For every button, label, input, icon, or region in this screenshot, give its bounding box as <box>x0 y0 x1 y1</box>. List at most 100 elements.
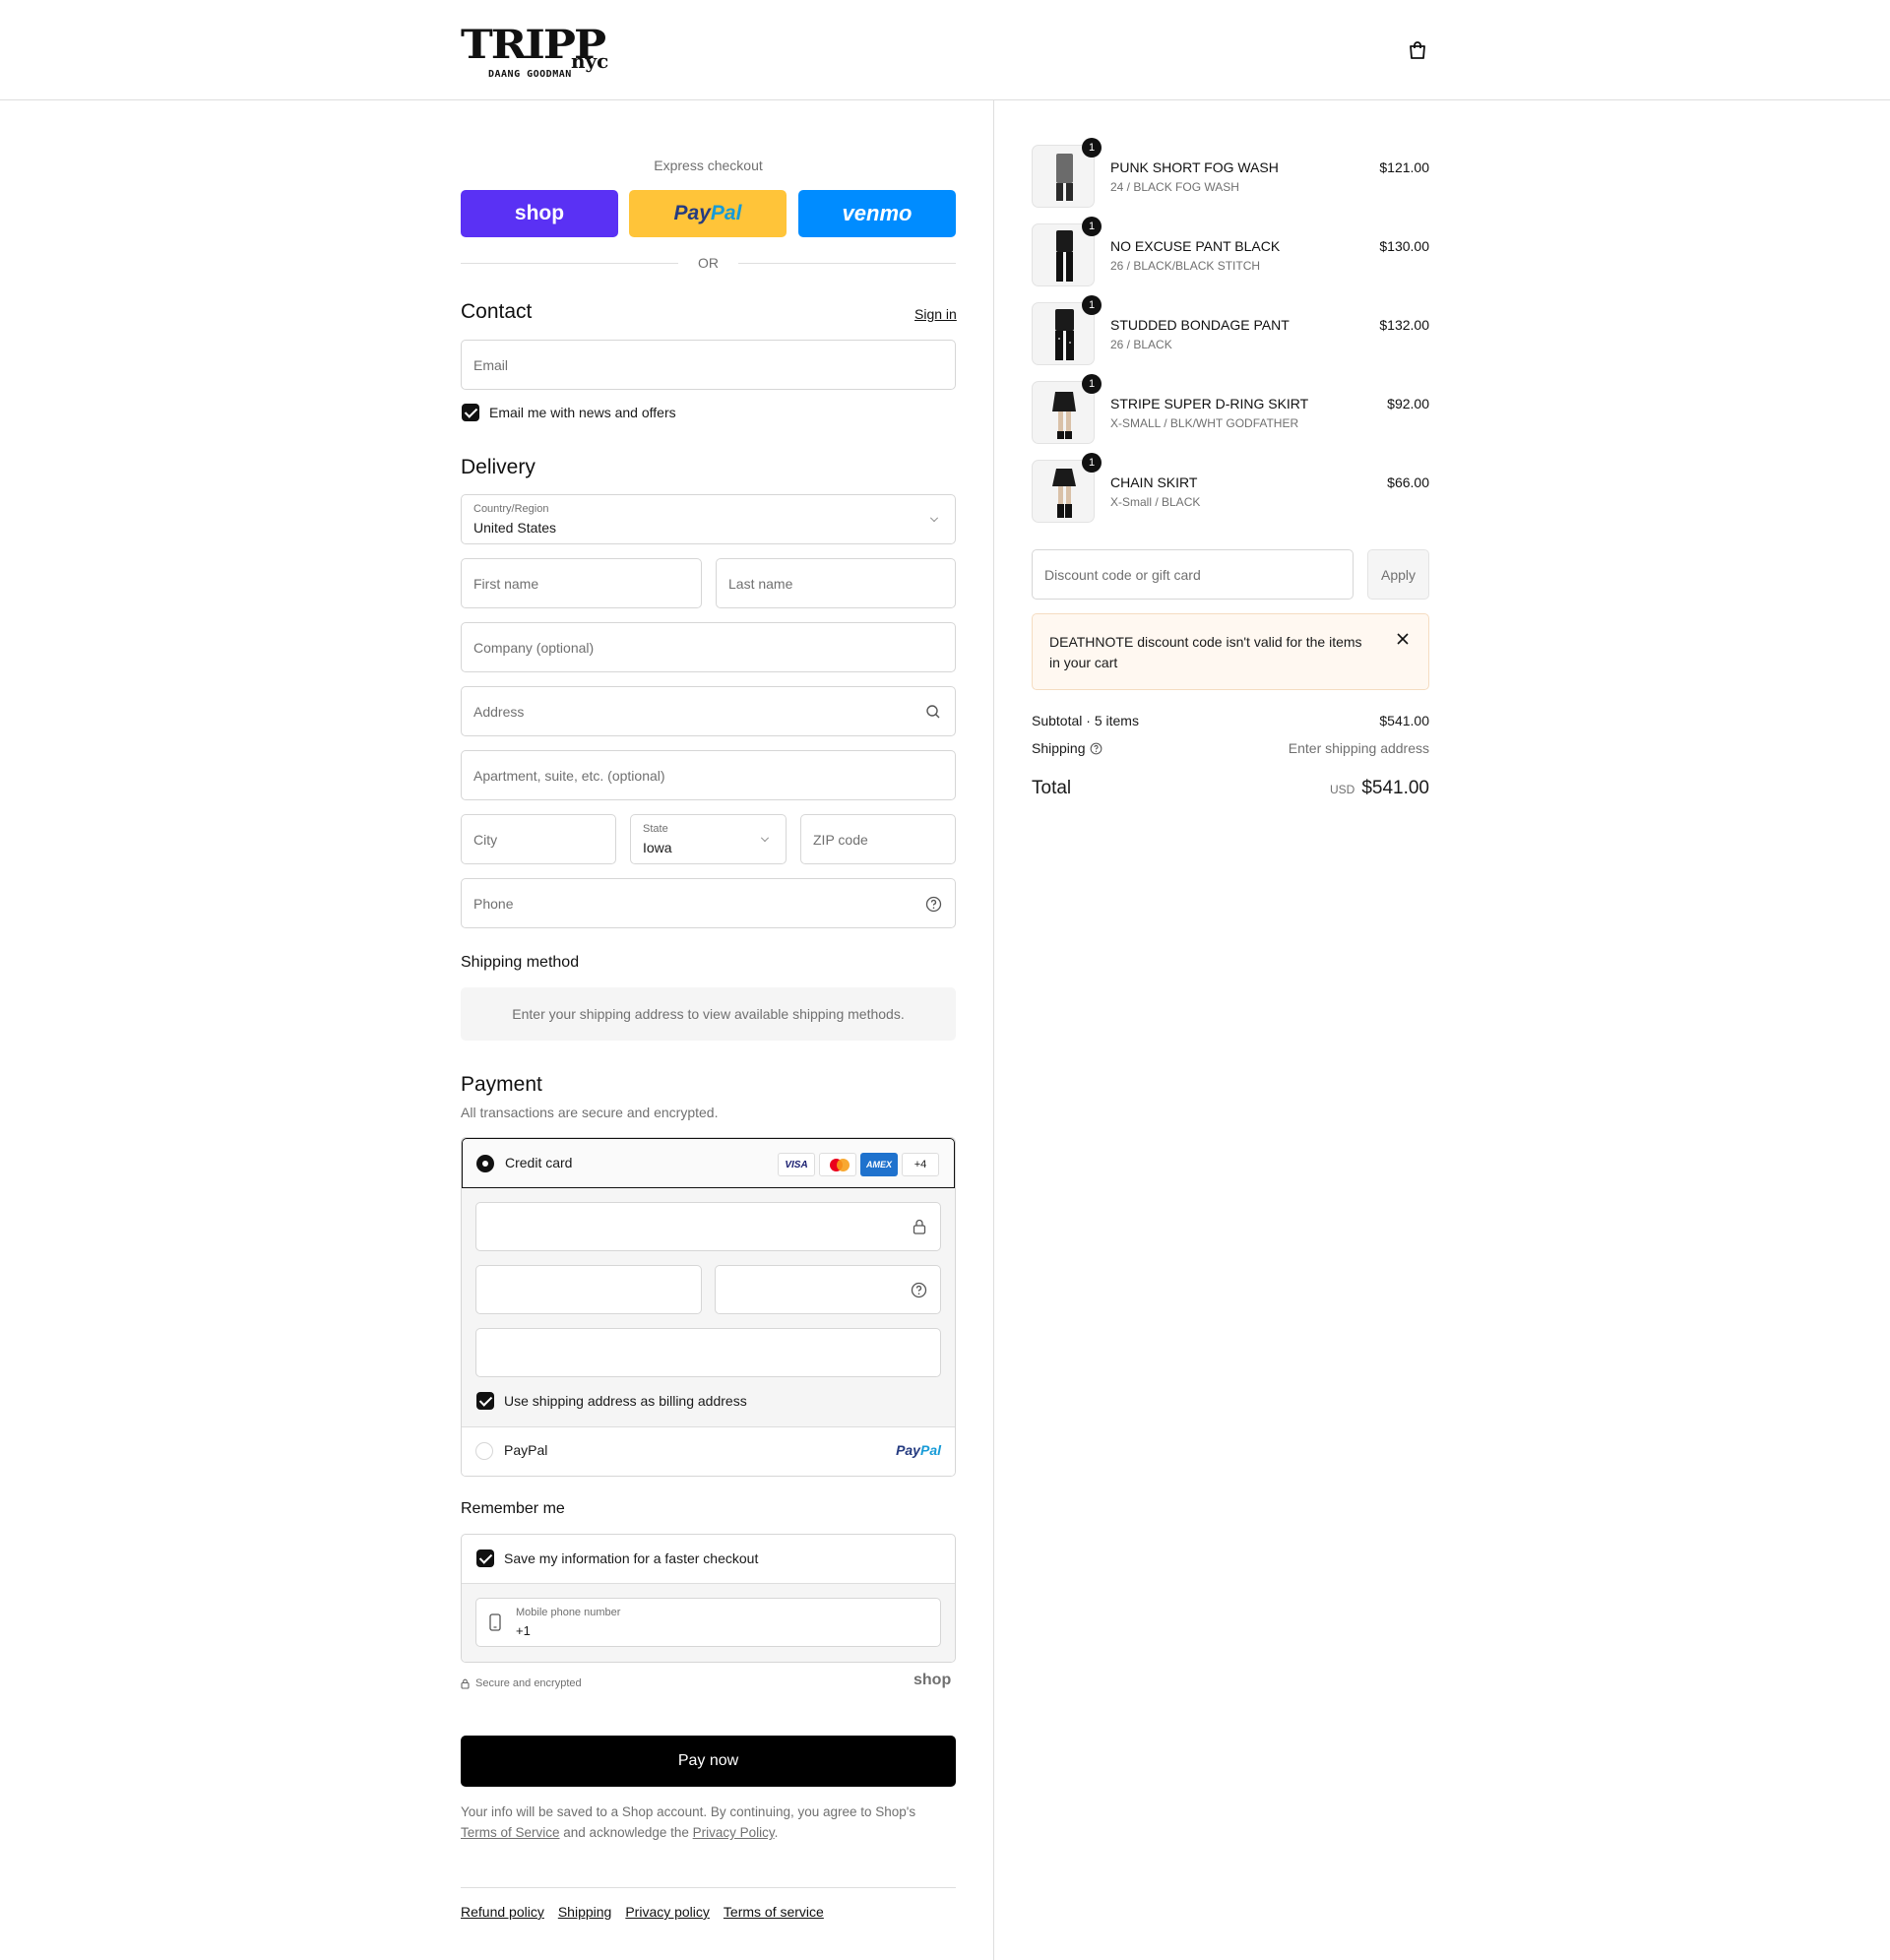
credit-card-radio[interactable] <box>476 1155 494 1172</box>
security-code-field[interactable] <box>715 1265 941 1314</box>
payment-methods: Credit card VISA AMEX +4 Use shipping ad… <box>461 1137 956 1477</box>
help-icon[interactable] <box>911 1282 927 1298</box>
footer-divider <box>461 1887 956 1888</box>
product-name: STUDDED BONDAGE PANT <box>1110 317 1290 333</box>
apply-discount-button[interactable]: Apply <box>1367 549 1429 600</box>
quantity-badge: 1 <box>1082 138 1102 158</box>
card-form: Use shipping address as billing address <box>462 1188 955 1427</box>
legal-middle: and acknowledge the <box>559 1825 693 1840</box>
zip-field[interactable]: ZIP code <box>800 814 956 864</box>
discount-placeholder: Discount code or gift card <box>1044 566 1201 583</box>
first-name-placeholder: First name <box>473 575 539 592</box>
shop-logo: shop <box>914 1672 952 1688</box>
mobile-phone-icon <box>489 1613 501 1631</box>
mastercard-icon <box>819 1153 856 1176</box>
email-placeholder: Email <box>473 356 509 373</box>
company-placeholder: Company (optional) <box>473 639 595 656</box>
paypal-logo: PayPal <box>896 1442 941 1458</box>
country-value: United States <box>473 520 557 536</box>
sign-in-link[interactable]: Sign in <box>914 306 957 322</box>
product-variant: X-SMALL / BLK/WHT GODFATHER <box>1110 416 1299 430</box>
refund-policy-link[interactable]: Refund policy <box>461 1904 544 1920</box>
shipping-method-notice: Enter your shipping address to view avai… <box>461 987 956 1041</box>
visa-icon: VISA <box>778 1153 815 1176</box>
total-amount: USD $541.00 <box>1330 778 1429 799</box>
email-field[interactable]: Email <box>461 340 956 390</box>
product-variant: 26 / BLACK/BLACK STITCH <box>1110 259 1261 273</box>
product-price: $92.00 <box>1387 396 1429 411</box>
shipping-value: Enter shipping address <box>1288 740 1429 756</box>
quantity-badge: 1 <box>1082 374 1102 394</box>
address-field[interactable]: Address <box>461 686 956 736</box>
lock-icon <box>461 1678 470 1689</box>
card-number-field[interactable] <box>475 1202 941 1251</box>
lock-icon <box>913 1219 926 1234</box>
column-divider <box>993 100 994 1960</box>
discount-code-field[interactable]: Discount code or gift card <box>1032 549 1354 600</box>
shop-pay-label: shop <box>514 202 565 224</box>
mobile-section: Mobile phone number +1 <box>462 1583 955 1662</box>
legal-end: . <box>774 1825 779 1840</box>
shop-pay-button[interactable]: shop <box>461 190 618 237</box>
last-name-field[interactable]: Last name <box>716 558 956 608</box>
logo-nyc: nyc <box>571 49 609 73</box>
help-icon[interactable] <box>925 896 942 913</box>
or-divider-right <box>738 263 956 264</box>
billing-same-label: Use shipping address as billing address <box>504 1393 747 1409</box>
product-name: PUNK SHORT FOG WASH <box>1110 159 1279 175</box>
shipping-policy-link[interactable]: Shipping <box>558 1904 612 1920</box>
quantity-badge: 1 <box>1082 453 1102 473</box>
product-price: $66.00 <box>1387 474 1429 490</box>
pay-now-button[interactable]: Pay now <box>461 1736 956 1787</box>
legal-line1: Your info will be saved to a Shop accoun… <box>461 1804 916 1819</box>
phone-field[interactable]: Phone <box>461 878 956 928</box>
footer-links: Refund policy Shipping Privacy policy Te… <box>461 1904 824 1920</box>
save-info-checkbox[interactable] <box>476 1549 494 1567</box>
newsletter-label: Email me with news and offers <box>489 405 676 420</box>
shop-privacy-link[interactable]: Privacy Policy <box>693 1825 775 1840</box>
shopping-bag-icon[interactable] <box>1407 39 1428 61</box>
credit-card-label: Credit card <box>505 1155 573 1170</box>
product-variant: 26 / BLACK <box>1110 338 1172 351</box>
product-thumbnail: 1 <box>1032 217 1102 286</box>
city-field[interactable]: City <box>461 814 616 864</box>
first-name-field[interactable]: First name <box>461 558 702 608</box>
country-select[interactable]: Country/Region United States <box>461 494 956 544</box>
subtotal-value: $541.00 <box>1379 713 1429 728</box>
product-variant: 24 / BLACK FOG WASH <box>1110 180 1239 194</box>
discount-error-text: DEATHNOTE discount code isn't valid for … <box>1049 634 1362 670</box>
paypal-radio[interactable] <box>475 1442 493 1460</box>
quantity-badge: 1 <box>1082 295 1102 315</box>
apartment-field[interactable]: Apartment, suite, etc. (optional) <box>461 750 956 800</box>
currency-code: USD <box>1329 783 1355 796</box>
product-thumbnail: 1 <box>1032 295 1102 365</box>
search-icon <box>926 705 940 719</box>
expiry-field[interactable] <box>475 1265 702 1314</box>
payment-heading: Payment <box>461 1073 542 1096</box>
help-icon[interactable] <box>1090 742 1102 755</box>
venmo-button[interactable]: venmo <box>798 190 956 237</box>
payment-subtitle: All transactions are secure and encrypte… <box>461 1105 719 1120</box>
terms-of-service-link[interactable]: Terms of service <box>724 1904 824 1920</box>
mobile-phone-field[interactable]: Mobile phone number +1 <box>475 1598 941 1647</box>
remember-me-box: Save my information for a faster checkou… <box>461 1534 956 1663</box>
store-logo[interactable]: TRIPP nyc DAANG GOODMAN <box>461 22 616 81</box>
apartment-placeholder: Apartment, suite, etc. (optional) <box>473 767 665 784</box>
legal-text: Your info will be saved to a Shop accoun… <box>461 1802 956 1843</box>
paypal-label-a: Pay <box>673 202 711 224</box>
credit-card-option[interactable]: Credit card VISA AMEX +4 <box>462 1138 955 1188</box>
last-name-placeholder: Last name <box>728 575 793 592</box>
paypal-option[interactable]: PayPal PayPal <box>462 1427 955 1476</box>
name-on-card-field[interactable] <box>475 1328 941 1377</box>
product-name: CHAIN SKIRT <box>1110 474 1198 490</box>
logo-sub: DAANG GOODMAN <box>488 69 572 80</box>
newsletter-checkbox[interactable] <box>462 404 479 421</box>
state-select[interactable]: State Iowa <box>630 814 787 864</box>
company-field[interactable]: Company (optional) <box>461 622 956 672</box>
close-icon[interactable] <box>1397 633 1409 645</box>
shop-terms-link[interactable]: Terms of Service <box>461 1825 560 1840</box>
paypal-button[interactable]: Pay Pal <box>629 190 787 237</box>
billing-same-checkbox[interactable] <box>476 1392 494 1410</box>
contact-heading: Contact <box>461 300 533 323</box>
privacy-policy-link[interactable]: Privacy policy <box>625 1904 710 1920</box>
